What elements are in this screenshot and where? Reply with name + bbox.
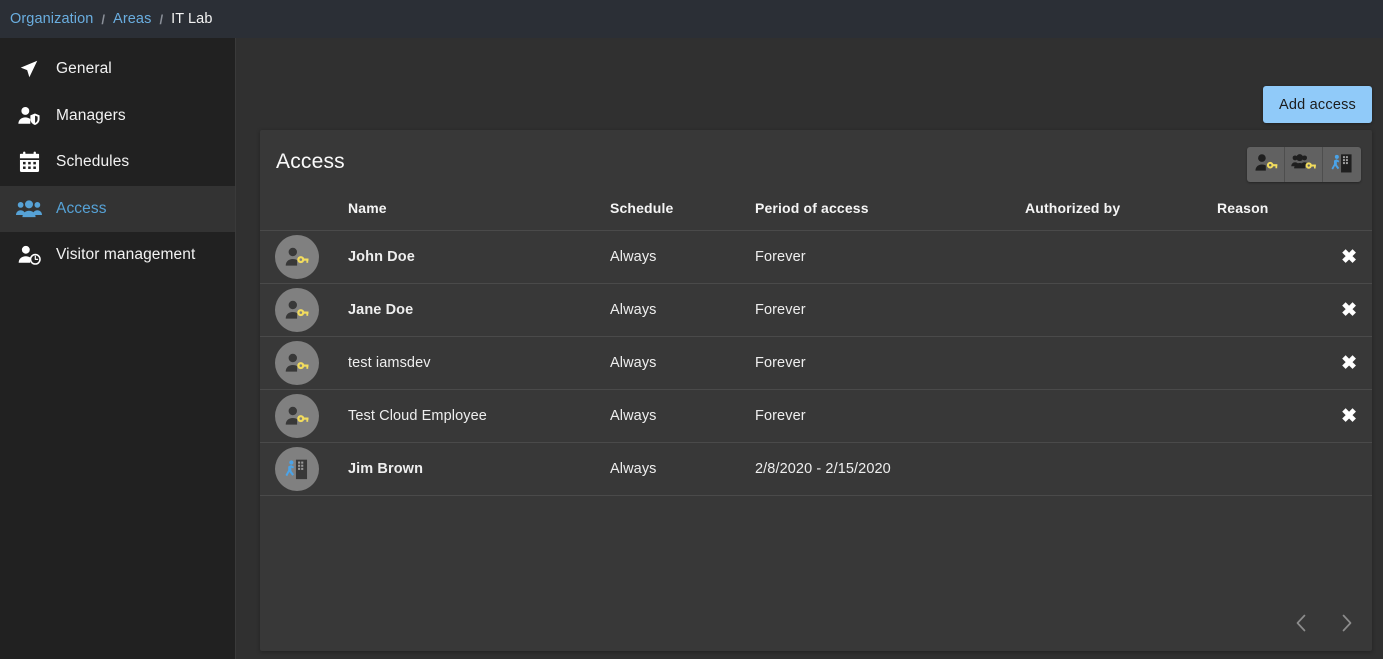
row-period: 2/8/2020 - 2/15/2020 — [755, 442, 1025, 496]
breadcrumb-item-organization[interactable]: Organization — [10, 11, 93, 27]
row-reason — [1217, 283, 1327, 337]
person-key-filter-button[interactable] — [1247, 147, 1285, 182]
sidebar-item-access[interactable]: Access — [0, 185, 235, 232]
row-avatar-cell — [260, 336, 348, 390]
group-key-filter-button[interactable] — [1285, 147, 1323, 182]
row-avatar-cell — [260, 283, 348, 337]
person-key-avatar — [275, 235, 319, 279]
person-clock-icon — [14, 242, 44, 268]
pagination — [1290, 613, 1358, 635]
table-header-name: Name — [348, 200, 387, 216]
sidebar-item-label: Access — [56, 199, 107, 217]
table-row[interactable]: test iamsdev Always Forever ✖ — [260, 336, 1372, 390]
main-content: Add access Access Name Schedule Period o… — [237, 38, 1383, 659]
breadcrumb-item-current: IT Lab — [171, 11, 213, 27]
row-avatar-cell — [260, 230, 348, 284]
table-header: Name Schedule Period of access Authorize… — [260, 200, 1372, 231]
table-row[interactable]: John Doe Always Forever ✖ — [260, 230, 1372, 284]
pagination-prev-button[interactable] — [1290, 613, 1312, 635]
row-authorized-by — [1025, 442, 1217, 496]
row-reason — [1217, 442, 1327, 496]
table-header-period: Period of access — [755, 200, 869, 216]
person-key-avatar — [275, 288, 319, 332]
access-type-filter-group — [1247, 147, 1361, 182]
remove-access-button[interactable]: ✖ — [1339, 407, 1359, 426]
row-schedule: Always — [610, 336, 755, 390]
row-reason — [1217, 389, 1327, 443]
sidebar-item-label: Managers — [56, 106, 126, 124]
visitor-door-avatar — [275, 447, 319, 491]
sidebar-item-label: General — [56, 60, 112, 78]
row-schedule: Always — [610, 230, 755, 284]
table-header-avatar — [260, 200, 348, 231]
sidebar-item-managers[interactable]: Managers — [0, 93, 235, 140]
row-name: Test Cloud Employee — [348, 389, 610, 443]
breadcrumb-separator: / — [159, 11, 164, 27]
table-header-authorized-by: Authorized by — [1025, 200, 1121, 216]
person-key-avatar — [275, 394, 319, 438]
breadcrumb-separator: / — [101, 11, 106, 27]
sidebar-item-label: Schedules — [56, 153, 130, 171]
access-table: Name Schedule Period of access Authorize… — [260, 200, 1372, 496]
row-period: Forever — [755, 389, 1025, 443]
visitor-filter-button[interactable] — [1323, 147, 1361, 182]
row-action-cell: ✖ — [1327, 230, 1372, 284]
access-card: Access Name Schedule Period of access Au… — [260, 130, 1372, 651]
remove-access-button[interactable]: ✖ — [1339, 301, 1359, 320]
row-period: Forever — [755, 336, 1025, 390]
person-shield-icon — [14, 103, 44, 129]
sidebar: General Managers Schedules Access Visito… — [0, 38, 236, 659]
sidebar-item-general[interactable]: General — [0, 46, 235, 93]
row-name: John Doe — [348, 230, 610, 284]
chevron-right-icon — [1341, 614, 1353, 635]
row-authorized-by — [1025, 336, 1217, 390]
remove-access-button[interactable]: ✖ — [1339, 354, 1359, 373]
row-schedule: Always — [610, 283, 755, 337]
table-header-action — [1327, 200, 1372, 231]
chevron-left-icon — [1295, 614, 1307, 635]
row-reason — [1217, 336, 1327, 390]
table-row[interactable]: Jim Brown Always 2/8/2020 - 2/15/2020 — [260, 442, 1372, 496]
row-authorized-by — [1025, 283, 1217, 337]
row-action-cell — [1327, 442, 1372, 496]
remove-access-button[interactable]: ✖ — [1339, 248, 1359, 267]
table-header-reason: Reason — [1217, 200, 1269, 216]
row-name: test iamsdev — [348, 336, 610, 390]
people-group-icon — [14, 196, 44, 222]
row-period: Forever — [755, 230, 1025, 284]
row-schedule: Always — [610, 389, 755, 443]
row-period: Forever — [755, 283, 1025, 337]
row-action-cell: ✖ — [1327, 336, 1372, 390]
page-title: Access — [276, 150, 345, 173]
person-key-avatar — [275, 341, 319, 385]
navigation-arrow-icon — [14, 56, 44, 82]
row-avatar-cell — [260, 389, 348, 443]
row-action-cell: ✖ — [1327, 283, 1372, 337]
row-name: Jim Brown — [348, 442, 610, 496]
sidebar-item-visitor-management[interactable]: Visitor management — [0, 232, 235, 279]
row-reason — [1217, 230, 1327, 284]
group-key-icon — [1290, 153, 1317, 176]
row-authorized-by — [1025, 230, 1217, 284]
pagination-next-button[interactable] — [1336, 613, 1358, 635]
sidebar-item-label: Visitor management — [56, 246, 196, 264]
row-schedule: Always — [610, 442, 755, 496]
visitor-door-icon — [1331, 153, 1353, 177]
row-authorized-by — [1025, 389, 1217, 443]
sidebar-item-schedules[interactable]: Schedules — [0, 139, 235, 186]
card-header: Access — [260, 130, 1372, 200]
add-access-button[interactable]: Add access — [1263, 86, 1372, 123]
person-key-icon — [1254, 153, 1278, 176]
row-name: Jane Doe — [348, 283, 610, 337]
breadcrumb-bar: Organization / Areas / IT Lab — [0, 0, 1383, 38]
row-action-cell: ✖ — [1327, 389, 1372, 443]
table-row[interactable]: Test Cloud Employee Always Forever ✖ — [260, 389, 1372, 443]
row-avatar-cell — [260, 442, 348, 496]
table-header-schedule: Schedule — [610, 200, 674, 216]
table-body: John Doe Always Forever ✖ Jane Doe Alway… — [260, 230, 1372, 496]
table-row[interactable]: Jane Doe Always Forever ✖ — [260, 283, 1372, 337]
breadcrumb-item-areas[interactable]: Areas — [113, 11, 151, 27]
calendar-icon — [14, 149, 44, 175]
